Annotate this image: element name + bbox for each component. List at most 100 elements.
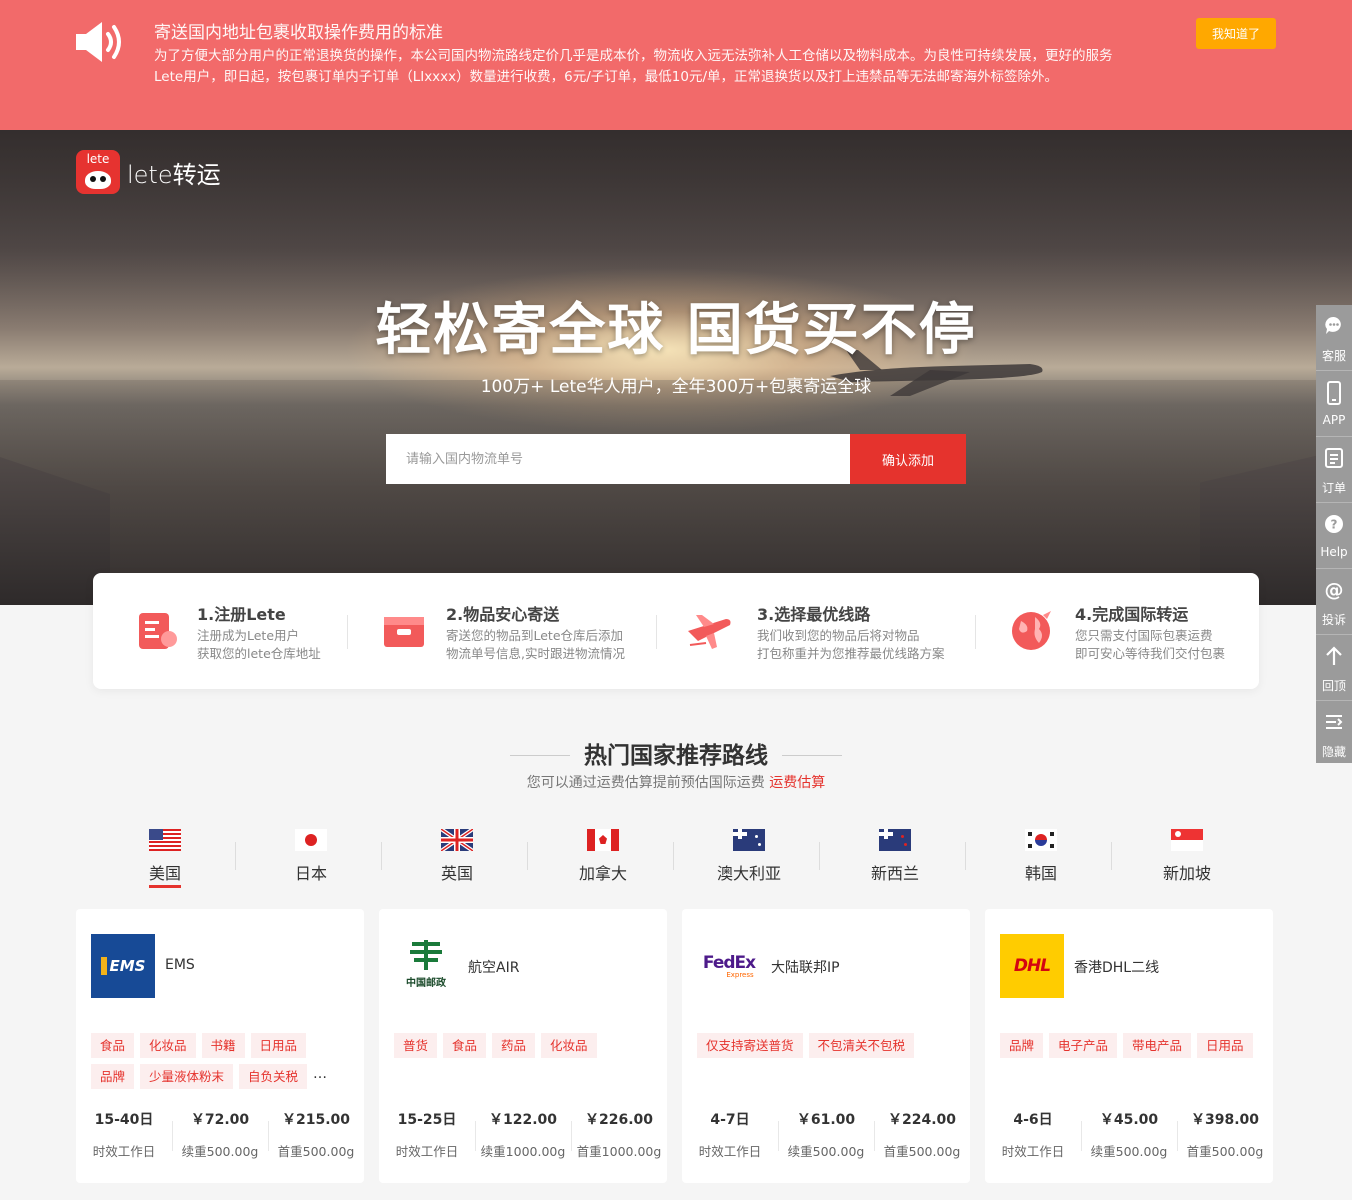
fedex-logo: FedEx Express [702, 953, 756, 979]
svg-text:?: ? [1331, 518, 1338, 532]
tag: 带电产品 [1123, 1033, 1192, 1058]
route-card-air[interactable]: 中国邮政 航空AIR 普货 食品 药品 化妆品 15-25日 时效工作日 ￥122.00… [379, 909, 667, 1183]
tab-canada[interactable]: 加拿大 [530, 826, 676, 886]
tab-japan[interactable]: 日本 [238, 826, 384, 886]
hero-banner: lete lete转运 轻松寄全球 国货买不停 100万+ Lete华人用户，全… [0, 130, 1352, 605]
tab-new-zealand[interactable]: 新西兰 [822, 826, 968, 886]
new-zealand-flag-icon [879, 829, 911, 851]
chat-icon [1325, 316, 1341, 334]
extra-weight-price: ￥72.00 续重500.00g [181, 1112, 259, 1159]
tag: 药品 [492, 1033, 536, 1058]
route-card-dhl[interactable]: DHL 香港DHL二线 品牌 电子产品 带电产品 日用品 4-6日 时效工作日 ￥45.… [985, 909, 1273, 1183]
site-logo[interactable]: lete lete转运 [76, 150, 221, 194]
tag: 电子产品 [1049, 1033, 1118, 1058]
step-ship: 2.物品安心寄送 寄送您的物品到Lete仓库后添加 物流单号信息,实时跟进物流情… [348, 573, 656, 689]
tag: 书籍 [201, 1033, 245, 1058]
tag: 日用品 [250, 1033, 307, 1058]
hero-headline: 轻松寄全球 国货买不停 [375, 298, 977, 363]
transit-days: 15-40日 时效工作日 [92, 1112, 156, 1159]
register-icon [139, 613, 177, 649]
collapse-icon [1326, 715, 1343, 729]
step-title: 4.完成国际转运 [1075, 605, 1189, 624]
usa-flag-icon [149, 829, 181, 851]
globe-icon [1012, 611, 1051, 650]
step-deliver: 4.完成国际转运 您只需支付国际包裹运费 即可安心等待我们交付包裹 [975, 573, 1259, 689]
route-stats: 15-25日 时效工作日 ￥122.00 续重1000.00g ￥226.00 首重1… [379, 1109, 667, 1169]
step-title: 1.注册Lete [197, 605, 286, 624]
plane-icon [688, 615, 731, 649]
route-card-ems[interactable]: EMS EMS 食品 化妆品 书籍 日用品品牌 少量液体粉末 自负关税… 15-40日 时效… [76, 909, 364, 1183]
tab-australia[interactable]: 澳大利亚 [676, 826, 822, 886]
tag: 不包清关不包税 [808, 1033, 915, 1058]
extra-weight-price: ￥45.00 续重500.00g [1090, 1112, 1168, 1159]
order-list-icon [1325, 448, 1343, 468]
arrow-up-icon [1326, 646, 1342, 665]
step-route: 3.选择最优线路 我们收到您的物品后将对物品 打包称重并为您推荐最优线路方案 [656, 573, 975, 689]
tag-list: 品牌 电子产品 带电产品 日用品 [1000, 1033, 1262, 1064]
tag: 自负关税 [239, 1064, 308, 1089]
confirm-add-button[interactable]: 确认添加 [850, 434, 966, 484]
freight-estimate-link[interactable]: 运费估算 [769, 775, 825, 791]
section-title: 热门国家推荐路线 [584, 743, 768, 769]
sidebar-customer-service[interactable]: 客服 [1316, 305, 1352, 371]
ems-logo: EMS [91, 934, 155, 998]
tab-usa[interactable]: 美国 [92, 826, 238, 888]
tag: 日用品 [1197, 1033, 1253, 1058]
step-desc: 我们收到您的物品后将对物品 打包称重并为您推荐最优线路方案 [757, 628, 945, 661]
tag: 化妆品 [541, 1033, 597, 1058]
tag: 品牌 [91, 1064, 135, 1089]
first-weight-price: ￥215.00 首重500.00g [277, 1112, 355, 1159]
sidebar-app[interactable]: APP [1316, 371, 1352, 437]
got-it-button[interactable]: 我知道了 [1196, 18, 1276, 49]
logo-mark: lete [76, 150, 120, 194]
tag: 少量液体粉末 [140, 1064, 234, 1089]
route-stats: 4-6日 时效工作日 ￥45.00 续重500.00g ￥398.00 首重500.0… [985, 1109, 1273, 1169]
extra-weight-price: ￥122.00 续重1000.00g [480, 1112, 566, 1159]
step-title: 3.选择最优线路 [757, 605, 871, 624]
tab-singapore[interactable]: 新加坡 [1114, 826, 1260, 886]
notice-title: 寄送国内地址包裹收取操作费用的标准 [154, 23, 443, 43]
floating-sidebar: 客服 APP 订单 ? Help @ 投诉 回顶 隐藏 [1316, 305, 1352, 763]
singapore-flag-icon [1171, 829, 1203, 851]
carrier-name: 香港DHL二线 [1074, 960, 1160, 976]
japan-flag-icon [295, 829, 327, 851]
at-sign-icon: @ [1325, 579, 1344, 601]
carrier-name: EMS [165, 957, 195, 973]
first-weight-price: ￥224.00 首重500.00g [883, 1112, 961, 1159]
tag: 品牌 [1000, 1033, 1044, 1058]
tag: 普货 [394, 1033, 438, 1058]
more-tags[interactable]: … [313, 1064, 327, 1084]
first-weight-price: ￥398.00 首重500.00g [1186, 1112, 1264, 1159]
tag-list: 仅支持寄送普货 不包清关不包税 [697, 1033, 959, 1064]
korea-flag-icon [1025, 829, 1057, 851]
tracking-search: 确认添加 [386, 434, 966, 484]
route-card-fedex[interactable]: FedEx Express 大陆联邦IP 仅支持寄送普货 不包清关不包税 4-7日… [682, 909, 970, 1183]
sidebar-help[interactable]: ? Help [1316, 503, 1352, 569]
tag-list: 食品 化妆品 书籍 日用品品牌 少量液体粉末 自负关税… [91, 1033, 353, 1095]
transit-days: 4-6日 时效工作日 [1001, 1112, 1065, 1159]
tracking-number-input[interactable] [386, 434, 850, 484]
australia-flag-icon [733, 829, 765, 851]
tab-korea[interactable]: 韩国 [968, 826, 1114, 886]
section-subtitle: 您可以通过运费估算提前预估国际运费 运费估算 [526, 775, 826, 791]
step-desc: 注册成为Lete用户 获取您的lete仓库地址 [197, 628, 321, 661]
package-icon [384, 617, 424, 647]
notice-bar: 寄送国内地址包裹收取操作费用的标准 为了方便大部分用户的正常退换货的操作，本公司… [0, 0, 1352, 130]
tag: 仅支持寄送普货 [697, 1033, 803, 1058]
sidebar-complaint[interactable]: @ 投诉 [1316, 569, 1352, 635]
tab-uk[interactable]: 英国 [384, 826, 530, 886]
help-icon: ? [1325, 515, 1343, 533]
sidebar-back-to-top[interactable]: 回顶 [1316, 635, 1352, 701]
svg-text:@: @ [1325, 579, 1344, 601]
brand-name: lete转运 [127, 160, 221, 189]
logo-mark-text: lete [86, 152, 110, 166]
tag: 食品 [91, 1033, 135, 1058]
transit-days: 15-25日 时效工作日 [395, 1112, 459, 1159]
steps-panel: 1.注册Lete 注册成为Lete用户 获取您的lete仓库地址 2.物品安心寄… [93, 573, 1259, 689]
transit-days: 4-7日 时效工作日 [698, 1112, 762, 1159]
sidebar-hide[interactable]: 隐藏 [1316, 701, 1352, 767]
carrier-name: 大陆联邦IP [771, 960, 840, 976]
sidebar-orders[interactable]: 订单 [1316, 437, 1352, 503]
notice-line-1: 为了方便大部分用户的正常退换货的操作，本公司国内物流路线定价几乎是成本价，物流收… [154, 48, 1113, 64]
tag: 化妆品 [140, 1033, 196, 1058]
